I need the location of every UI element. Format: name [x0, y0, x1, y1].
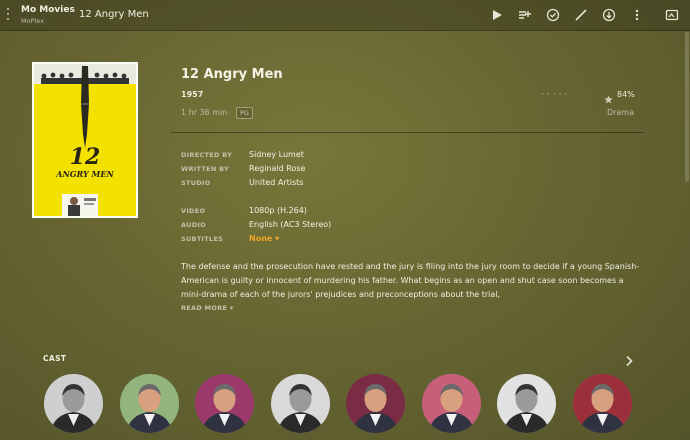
cast-member-avatar[interactable]: [120, 374, 179, 433]
add-to-queue-icon[interactable]: [518, 8, 532, 22]
video-value: 1080p (H.264): [249, 206, 307, 215]
more-icon[interactable]: [630, 8, 644, 22]
movie-summary: The defense and the prosecution have res…: [181, 262, 640, 299]
menu-dots-icon[interactable]: [6, 8, 10, 22]
studio-label: STUDIO: [181, 179, 211, 187]
cast-member-avatar[interactable]: [44, 374, 103, 433]
directed-by-label: DIRECTED BY: [181, 151, 233, 159]
cast-member-avatar[interactable]: [422, 374, 481, 433]
genre[interactable]: Drama: [607, 108, 634, 117]
cast-member-avatar[interactable]: [346, 374, 405, 433]
cast-heading: CAST: [43, 354, 67, 363]
subtitles-label: SUBTITLES: [181, 235, 224, 243]
movie-title: 12 Angry Men: [181, 67, 283, 82]
poster-title-number: 12: [70, 144, 101, 170]
movie-year: 1957: [181, 90, 204, 99]
download-icon[interactable]: [602, 8, 616, 22]
top-bar: Mo Movies MoPlex 12 Angry Men: [0, 0, 690, 31]
cast-member-avatar[interactable]: [573, 374, 632, 433]
scrollbar[interactable]: [685, 32, 689, 182]
poster-artwork: 12 ANGRY MEN: [34, 64, 136, 216]
mark-watched-icon[interactable]: [546, 8, 560, 22]
audio-value[interactable]: English (AC3 Stereo): [249, 220, 331, 229]
content-rating-badge: PG: [236, 107, 253, 119]
video-label: VIDEO: [181, 207, 206, 215]
cast-member-avatar[interactable]: [271, 374, 330, 433]
audio-label: AUDIO: [181, 221, 206, 229]
breadcrumb-title: 12 Angry Men: [79, 9, 149, 20]
divider: [171, 132, 644, 133]
chevron-right-icon[interactable]: [624, 352, 634, 367]
written-by-label: WRITTEN BY: [181, 165, 230, 173]
critic-rating: 84%: [617, 90, 635, 99]
cast-member-avatar[interactable]: [497, 374, 556, 433]
read-more-button[interactable]: READ MORE ▾: [181, 304, 233, 312]
star-icon: [604, 89, 613, 104]
director-value[interactable]: Sidney Lumet: [249, 150, 304, 159]
play-icon[interactable]: [490, 8, 504, 22]
user-rating-dots[interactable]: ·····: [541, 90, 570, 100]
studio-value[interactable]: United Artists: [249, 178, 303, 187]
edit-icon[interactable]: [574, 8, 588, 22]
cast-screen-icon[interactable]: [665, 8, 679, 22]
cast-member-avatar[interactable]: [195, 374, 254, 433]
server-name[interactable]: Mo Movies: [21, 5, 75, 15]
movie-duration: 1 hr 36 min: [181, 108, 228, 117]
poster-title-text: ANGRY MEN: [55, 169, 114, 179]
subtitles-dropdown[interactable]: None ▾: [249, 234, 279, 243]
writer-value[interactable]: Reginald Rose: [249, 164, 305, 173]
movie-poster[interactable]: 12 ANGRY MEN: [32, 62, 138, 218]
server-subtitle: MoPlex: [21, 17, 45, 25]
